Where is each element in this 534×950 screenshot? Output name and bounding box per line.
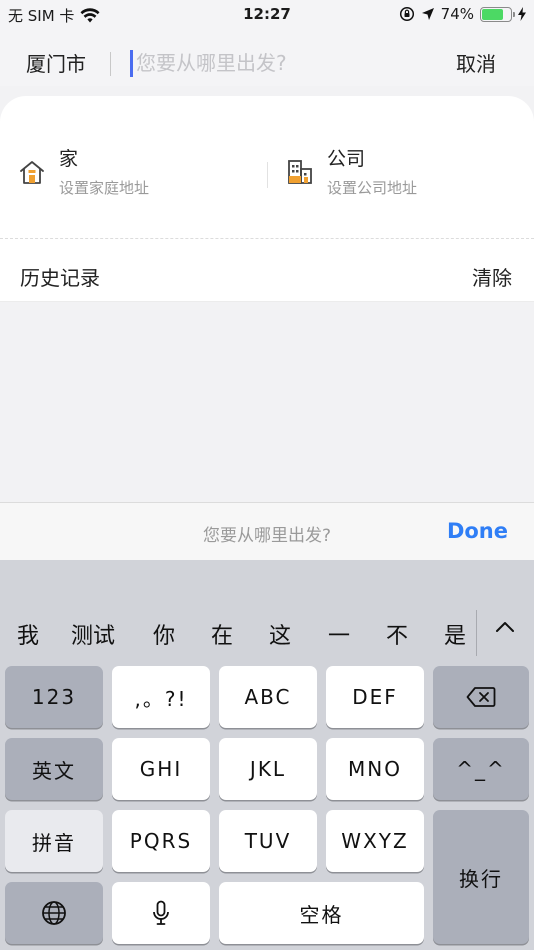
battery-icon: [480, 6, 515, 22]
card-bottom-border: [0, 301, 534, 302]
microphone-icon: [153, 900, 169, 925]
key-english[interactable]: 英文: [5, 738, 103, 800]
space-key[interactable]: 空格: [219, 882, 424, 944]
candidate-divider: [476, 610, 477, 656]
candidate-item[interactable]: 这: [269, 618, 291, 650]
candidate-item[interactable]: 你: [153, 618, 175, 650]
keyboard: 我 测试 你 在 这 一 不 是 123 ,。?! ABC DEF 英文 GHI…: [0, 560, 534, 950]
key-ghi[interactable]: GHI: [112, 738, 210, 800]
candidate-item[interactable]: 是: [444, 618, 466, 650]
company-shortcut[interactable]: 公司 设置公司地址: [286, 144, 417, 198]
candidate-bar: 我 测试 你 在 这 一 不 是: [0, 602, 534, 662]
candidate-item[interactable]: 我: [17, 618, 39, 650]
history-title: 历史记录: [20, 266, 100, 290]
clear-history-button[interactable]: 清除: [472, 262, 512, 291]
battery-percent: 74%: [440, 5, 474, 23]
key-jkl[interactable]: JKL: [219, 738, 317, 800]
search-header: 厦门市 取消: [0, 30, 534, 86]
candidate-item[interactable]: 一: [328, 618, 350, 650]
globe-icon: [42, 901, 66, 925]
home-icon: [20, 161, 44, 184]
key-tuv[interactable]: TUV: [219, 810, 317, 872]
city-selector[interactable]: 厦门市: [26, 48, 86, 77]
key-123[interactable]: 123: [5, 666, 103, 728]
key-pinyin[interactable]: 拼音: [5, 810, 103, 872]
status-bar: 无 SIM 卡 12:27 74%: [0, 0, 534, 30]
origin-search-input[interactable]: [136, 48, 416, 78]
orientation-lock-icon: [399, 6, 414, 22]
key-pqrs[interactable]: PQRS: [112, 810, 210, 872]
text-caret: [130, 50, 133, 77]
company-subtitle: 设置公司地址: [327, 179, 418, 197]
dashed-divider: [0, 238, 534, 239]
key-wxyz[interactable]: WXYZ: [326, 810, 424, 872]
building-icon: [288, 160, 312, 184]
cancel-button[interactable]: 取消: [456, 48, 496, 77]
candidate-item[interactable]: 在: [211, 618, 233, 650]
key-abc[interactable]: ABC: [219, 666, 317, 728]
home-subtitle: 设置家庭地址: [59, 179, 150, 197]
charging-bolt-icon: [518, 7, 526, 21]
candidate-item[interactable]: 测试: [71, 618, 115, 650]
delete-key[interactable]: [433, 666, 529, 728]
candidate-item[interactable]: 不: [386, 618, 408, 650]
key-emoticon[interactable]: ^_^: [433, 738, 529, 800]
backspace-icon: [466, 687, 496, 707]
input-accessory-bar: 您要从哪里出发? Done: [0, 502, 534, 560]
done-button[interactable]: Done: [447, 519, 508, 543]
key-def[interactable]: DEF: [326, 666, 424, 728]
globe-key[interactable]: [5, 882, 103, 944]
dictation-key[interactable]: [112, 882, 210, 944]
quick-places-divider: [267, 162, 268, 188]
location-arrow-icon: [421, 8, 434, 20]
key-punctuation[interactable]: ,。?!: [112, 666, 210, 728]
company-title: 公司: [327, 148, 366, 170]
quick-places-card: 家 设置家庭地址 公司 设置公司地址 历史记录 清除: [0, 96, 534, 302]
home-shortcut[interactable]: 家 设置家庭地址: [18, 144, 149, 198]
chevron-up-icon[interactable]: [494, 616, 516, 638]
header-divider: [110, 52, 111, 76]
key-mno[interactable]: MNO: [326, 738, 424, 800]
return-key[interactable]: 换行: [433, 810, 529, 944]
home-title: 家: [59, 148, 79, 170]
